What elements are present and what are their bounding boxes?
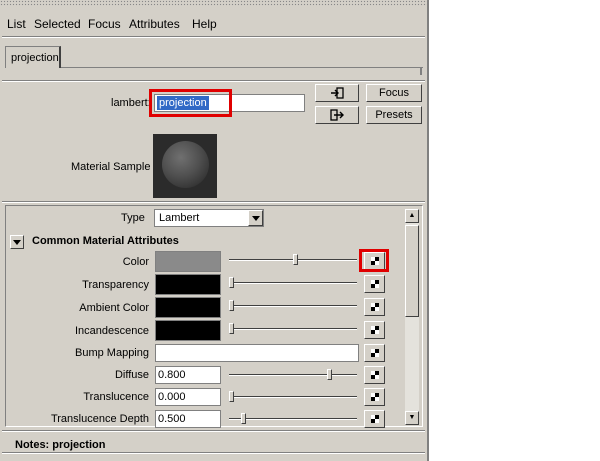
input-connection-button[interactable]	[315, 84, 359, 102]
collapse-toggle[interactable]	[10, 235, 24, 249]
menu-selected[interactable]: Selected	[34, 17, 81, 31]
transparency-swatch[interactable]	[155, 274, 221, 295]
tab-projection[interactable]: projection	[5, 46, 61, 68]
menu-list[interactable]: List	[7, 17, 26, 31]
color-swatch[interactable]	[155, 251, 221, 272]
bump-mapping-field[interactable]	[155, 344, 359, 362]
drag-handle[interactable]	[0, 0, 427, 6]
scroll-down-arrow-icon[interactable]: ▼	[405, 411, 419, 425]
menu-help[interactable]: Help	[192, 17, 217, 31]
transparency-slider[interactable]	[229, 277, 357, 288]
presets-button[interactable]: Presets	[366, 106, 422, 124]
incandescence-map-button[interactable]	[364, 321, 385, 339]
incandescence-swatch[interactable]	[155, 320, 221, 341]
translucence-depth-map-button[interactable]	[364, 410, 385, 428]
focus-button[interactable]: Focus	[366, 84, 422, 102]
divider	[2, 452, 425, 454]
output-connection-button[interactable]	[315, 106, 359, 124]
slider-knob[interactable]	[229, 300, 234, 311]
highlight-box	[149, 89, 232, 117]
checker-icon	[371, 303, 379, 311]
node-type-label: lambert:	[111, 97, 151, 109]
divider	[2, 430, 425, 432]
chevron-down-icon	[248, 210, 263, 226]
divider	[2, 201, 425, 203]
type-label: Type	[121, 212, 145, 224]
slider-knob[interactable]	[229, 391, 234, 402]
attr-label-ambient-color: Ambient Color	[79, 302, 149, 314]
ambient-color-map-button[interactable]	[364, 298, 385, 316]
slider-knob[interactable]	[229, 323, 234, 334]
notes-title: Notes: projection	[15, 439, 106, 451]
scroll-thumb[interactable]	[405, 225, 419, 317]
menu-attributes[interactable]: Attributes	[129, 17, 180, 31]
menu-bar: List Selected Focus Attributes Help	[0, 14, 427, 34]
diffuse-map-button[interactable]	[364, 366, 385, 384]
arrow-in-icon	[331, 87, 344, 99]
scroll-up-arrow-icon[interactable]: ▲	[405, 209, 419, 223]
material-sample-swatch	[153, 134, 217, 198]
slider-knob[interactable]	[293, 254, 298, 265]
menu-focus[interactable]: Focus	[88, 17, 121, 31]
attr-label-bump-mapping: Bump Mapping	[75, 347, 149, 359]
slider-knob[interactable]	[229, 277, 234, 288]
material-sample-label: Material Sample	[71, 161, 151, 173]
checker-icon	[371, 326, 379, 334]
translucence-depth-input[interactable]: 0.500	[155, 410, 221, 428]
arrow-out-icon	[330, 109, 344, 121]
notes-header: Notes: projection	[0, 435, 427, 461]
vertical-scrollbar[interactable]: ▲ ▼	[405, 209, 419, 425]
divider	[2, 80, 425, 82]
attr-label-diffuse: Diffuse	[114, 369, 149, 381]
attr-label-transparency: Transparency	[82, 279, 149, 291]
checker-icon	[371, 393, 379, 401]
tab-divider-end	[420, 67, 422, 75]
section-title: Common Material Attributes	[32, 235, 179, 247]
slider-knob[interactable]	[241, 413, 246, 424]
type-value: Lambert	[159, 212, 200, 224]
slider-knob[interactable]	[327, 369, 332, 380]
transparency-map-button[interactable]	[364, 275, 385, 293]
attr-label-translucence-depth: Translucence Depth	[50, 413, 149, 425]
checker-icon	[371, 371, 379, 379]
bump-mapping-map-button[interactable]	[364, 344, 385, 362]
ambient-color-swatch[interactable]	[155, 297, 221, 318]
tab-divider	[61, 67, 423, 68]
sphere-preview	[162, 141, 209, 188]
divider	[2, 36, 425, 38]
color-slider[interactable]	[229, 254, 357, 265]
checker-icon	[371, 349, 379, 357]
checker-icon	[371, 280, 379, 288]
translucence-input[interactable]: 0.000	[155, 388, 221, 406]
panel-edge	[427, 0, 429, 461]
highlight-box	[359, 249, 389, 272]
checker-icon	[371, 415, 379, 423]
diffuse-input[interactable]: 0.800	[155, 366, 221, 384]
attr-label-translucence: Translucence	[83, 391, 149, 403]
translucence-slider[interactable]	[229, 391, 357, 402]
diffuse-slider[interactable]	[229, 369, 357, 380]
attr-label-color: Color	[122, 256, 149, 268]
attr-label-incandescence: Incandescence	[75, 325, 149, 337]
translucence-map-button[interactable]	[364, 388, 385, 406]
translucence-depth-slider[interactable]	[229, 413, 357, 424]
ambient-color-slider[interactable]	[229, 300, 357, 311]
type-dropdown[interactable]: Lambert	[154, 209, 264, 227]
incandescence-slider[interactable]	[229, 323, 357, 334]
